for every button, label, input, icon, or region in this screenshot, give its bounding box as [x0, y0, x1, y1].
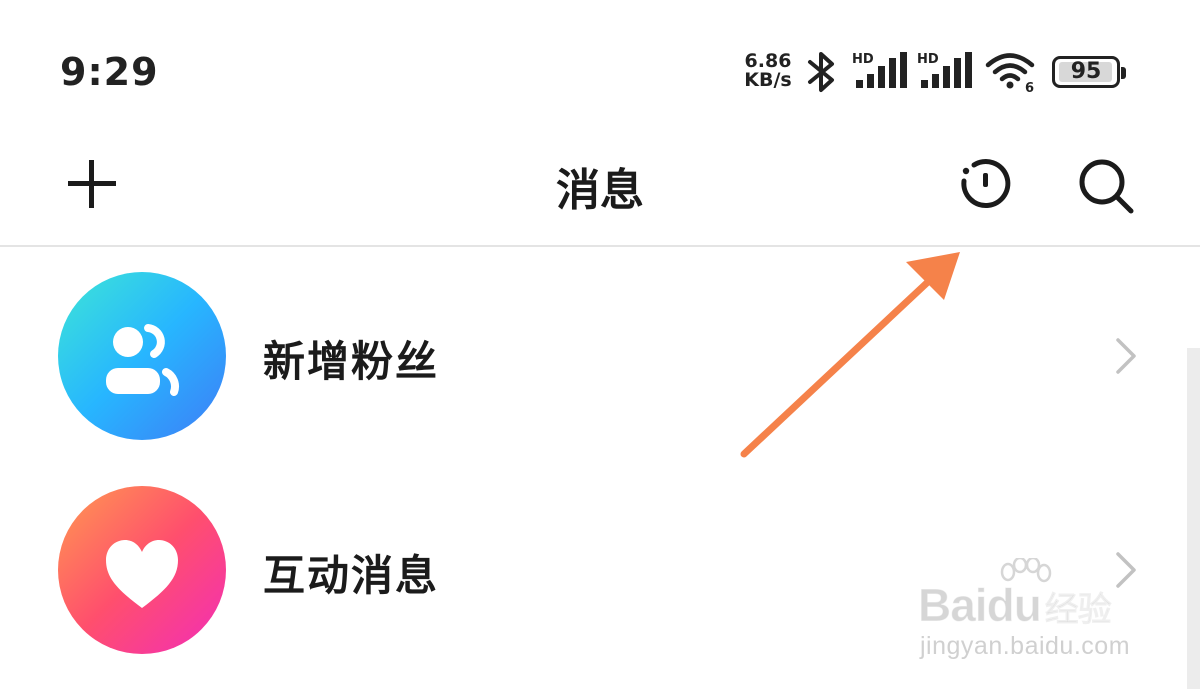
signal-1-hd-label: HD — [852, 52, 874, 67]
list-item-new-fans[interactable]: 新增粉丝 — [0, 258, 1200, 458]
cell-signal-1-icon: HD — [852, 52, 907, 88]
signal-2-hd-label: HD — [917, 52, 939, 67]
status-time: 9:29 — [60, 50, 159, 94]
watermark-brand: Baidu 经验 — [918, 578, 1113, 632]
annotation-arrow-icon — [740, 252, 960, 458]
battery-indicator: 95 — [1052, 56, 1126, 88]
app-header: 消息 — [0, 130, 1200, 247]
new-fans-label: 新增粉丝 — [263, 337, 440, 386]
history-icon[interactable] — [954, 154, 1016, 216]
interactions-avatar — [58, 486, 226, 654]
watermark-brand-cn: 经验 — [1044, 590, 1112, 631]
plus-icon[interactable] — [64, 156, 120, 212]
scrollbar[interactable] — [1187, 348, 1200, 689]
battery-level: 95 — [1070, 59, 1102, 84]
status-bar: 9:29 6.86 KB/s HD HD 6 95 — [0, 0, 1200, 130]
watermark-url: jingyan.baidu.com — [920, 632, 1131, 660]
interactions-label: 互动消息 — [263, 551, 440, 600]
bluetooth-icon — [808, 52, 834, 92]
network-speed: 6.86 KB/s — [742, 52, 794, 90]
search-icon[interactable] — [1074, 154, 1140, 220]
network-speed-unit: KB/s — [744, 69, 792, 91]
cell-signal-2-icon: HD — [917, 52, 972, 88]
heart-icon — [106, 540, 178, 608]
watermark-brand-main: Bai — [918, 579, 989, 632]
baidu-watermark: Baidu 经验 jingyan.baidu.com — [918, 558, 1148, 668]
watermark-brand-tail: du — [986, 579, 1042, 632]
wifi-icon: 6 — [985, 53, 1035, 94]
new-fans-icon — [106, 324, 179, 396]
wifi-badge: 6 — [1025, 81, 1034, 94]
page-title: 消息 — [556, 165, 644, 216]
new-fans-avatar — [58, 272, 226, 440]
chevron-right-icon — [1116, 338, 1136, 374]
